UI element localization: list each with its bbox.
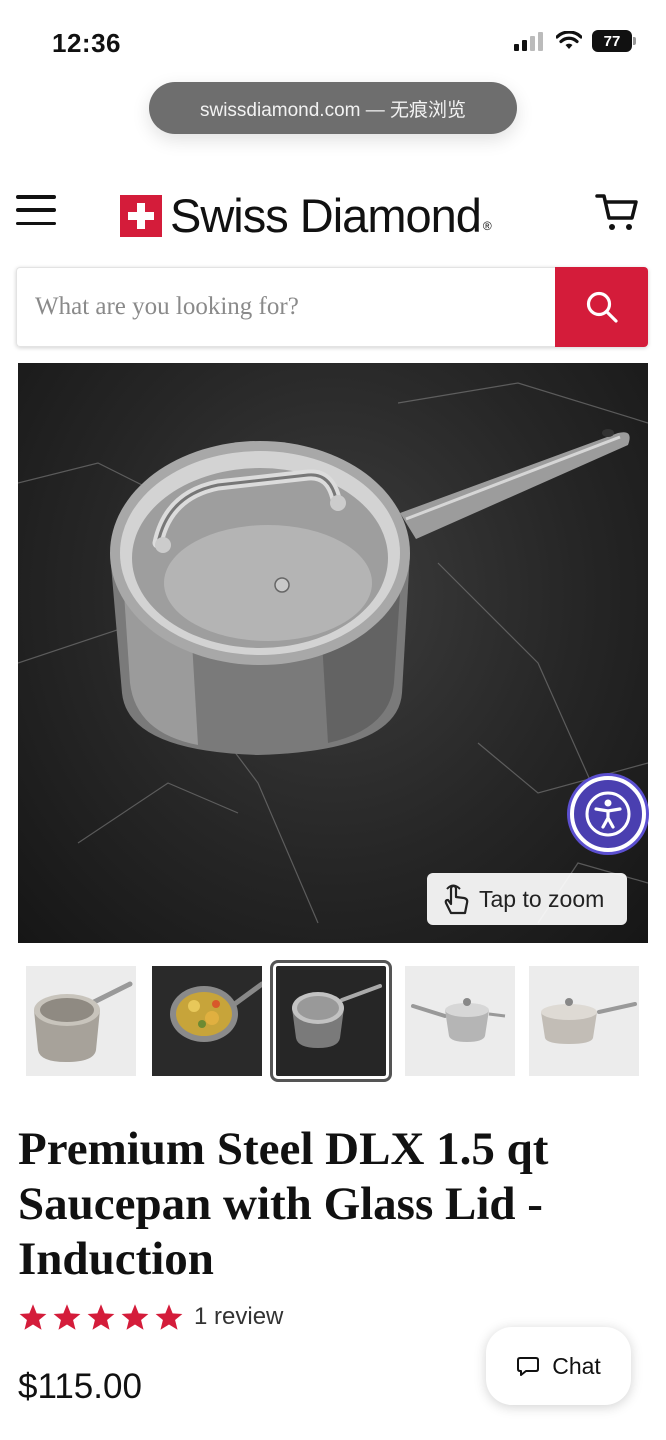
menu-icon-line <box>16 208 56 212</box>
accessibility-button[interactable] <box>570 776 646 852</box>
menu-button[interactable] <box>16 192 56 228</box>
product-price: $115.00 <box>18 1367 142 1406</box>
search-icon <box>586 291 618 323</box>
site-header: Swiss Diamond ® <box>0 178 666 248</box>
thumbnail-saucepan-side-image <box>541 998 637 1044</box>
logo-registered-mark: ® <box>482 219 492 233</box>
star-rating <box>18 1303 184 1331</box>
signal-icon <box>514 32 543 51</box>
thumbnail-3[interactable] <box>270 960 392 1082</box>
tap-to-zoom-button[interactable]: Tap to zoom <box>427 873 627 925</box>
search-button[interactable] <box>555 267 648 347</box>
url-bar[interactable]: swissdiamond.com — 无痕浏览 <box>149 82 517 134</box>
thumbnail-4[interactable] <box>405 966 515 1076</box>
menu-icon <box>16 195 56 199</box>
product-rating[interactable]: 1 review <box>18 1303 283 1331</box>
product-main-image[interactable] <box>18 363 648 943</box>
star-icon <box>19 1304 47 1330</box>
swiss-cross-icon <box>120 194 162 237</box>
touch-hand-icon <box>444 884 469 915</box>
wifi-icon <box>556 31 582 49</box>
thumbnail-1[interactable] <box>26 966 136 1076</box>
search-bar <box>16 267 648 347</box>
menu-icon-line <box>16 221 56 225</box>
chat-bubble-icon <box>517 1357 540 1376</box>
saucepan-image <box>18 382 648 924</box>
status-icons: 77 <box>514 30 636 52</box>
thumbnail-food-image <box>170 981 262 1042</box>
status-bar: 12:36 77 <box>0 0 666 80</box>
zoom-label: Tap to zoom <box>479 885 605 912</box>
logo[interactable]: Swiss Diamond ® <box>120 188 492 243</box>
battery-indicator: 77 <box>592 30 636 52</box>
star-icon <box>155 1304 183 1330</box>
star-icon <box>87 1304 115 1330</box>
thumbnail-saucepan-image <box>34 981 133 1062</box>
thumbnail-2[interactable] <box>152 966 262 1076</box>
chat-label: Chat <box>552 1352 601 1379</box>
cart-icon <box>595 194 638 230</box>
thumbnail-saucepan-side-image <box>411 998 506 1042</box>
accessibility-icon <box>585 791 631 837</box>
search-input[interactable] <box>16 267 555 347</box>
review-count-link[interactable]: 1 review <box>194 1303 283 1331</box>
status-time: 12:36 <box>52 28 121 58</box>
thumbnail-5[interactable] <box>529 966 639 1076</box>
thumbnail-strip <box>26 960 640 1082</box>
logo-text: Swiss Diamond <box>170 189 482 242</box>
star-icon <box>53 1304 81 1330</box>
thumbnail-saucepan-dark-image <box>292 984 382 1048</box>
cart-button[interactable] <box>594 190 640 234</box>
star-icon <box>121 1304 149 1330</box>
product-title: Premium Steel DLX 1.5 qt Saucepan with G… <box>18 1123 549 1285</box>
chat-button[interactable]: Chat <box>486 1327 631 1405</box>
